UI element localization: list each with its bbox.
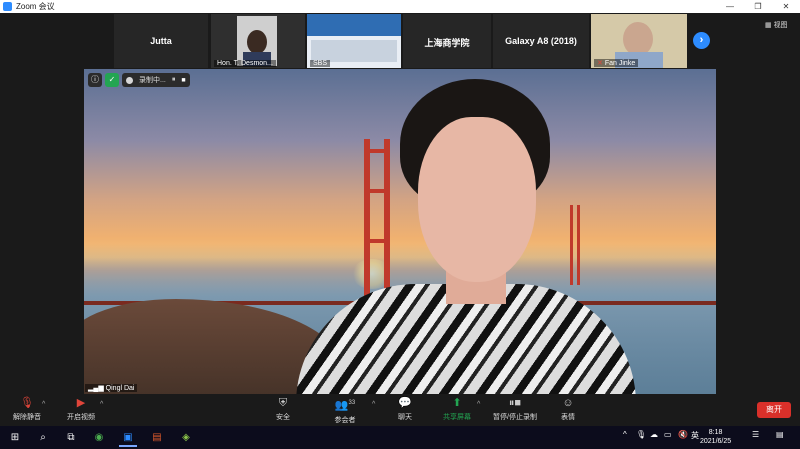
clock-date: 2021/6/25 xyxy=(700,438,732,445)
chat-icon: 💬 xyxy=(398,397,412,409)
emoji-icon: ☺ xyxy=(562,397,574,409)
security-button[interactable]: ⛨ 安全 xyxy=(270,397,296,422)
powerpoint-icon[interactable]: ▤ xyxy=(148,429,166,447)
speaker-person xyxy=(296,79,636,394)
participant-tile[interactable]: Jutta xyxy=(114,14,208,68)
participant-name: 上海商学院 xyxy=(424,38,470,48)
participant-video xyxy=(623,22,653,56)
panel-table xyxy=(311,40,397,62)
unmute-button[interactable]: 🎙 解除静音 xyxy=(10,397,44,422)
share-screen-button[interactable]: ⬆ 共享屏幕 xyxy=(440,397,474,422)
share-options-caret[interactable]: ^ xyxy=(477,401,480,408)
pause-stop-icon: ⏸■ xyxy=(508,397,522,409)
pause-recording-button[interactable]: ⏸ xyxy=(172,76,176,84)
window-titlebar: Zoom 会议 — ❐ ✕ xyxy=(0,0,800,13)
maximize-button[interactable]: ❐ xyxy=(744,0,772,13)
close-button[interactable]: ✕ xyxy=(772,0,800,13)
recording-status: 录制中... ⏸ ■ xyxy=(122,73,190,87)
participant-tile[interactable]: Hon. T. Desmon... xyxy=(211,14,305,68)
window-title: Zoom 会议 xyxy=(16,2,55,11)
info-icon[interactable]: ⓘ xyxy=(88,73,102,87)
leave-button[interactable]: 离开 xyxy=(757,402,791,418)
recording-indicator: ⓘ ✓ 录制中... ⏸ ■ xyxy=(88,73,190,87)
stop-recording-button[interactable]: ■ xyxy=(181,77,185,84)
shield-icon[interactable]: ✓ xyxy=(105,73,119,87)
participants-options-caret[interactable]: ^ xyxy=(372,401,375,408)
participant-tile[interactable]: SBS xyxy=(307,14,401,68)
participant-tile[interactable]: ✕ Fan Jinke xyxy=(591,14,687,68)
participant-label: Hon. T. Desmon... xyxy=(214,60,276,67)
app-icon[interactable]: ◈ xyxy=(177,429,195,447)
system-clock[interactable]: 8:18 2021/6/25 xyxy=(700,428,731,446)
muted-mic-icon: ✕ xyxy=(597,60,603,67)
shield-icon: ⛨ xyxy=(278,397,288,409)
windows-taskbar: ⊞ ⌕ ⧉ ◉ ▣ ▤ ◈ ^ 🎙 ☁ ▭ 🔇 英 8:18 2021/6/25… xyxy=(0,426,800,449)
browser-icon[interactable]: ◉ xyxy=(90,429,108,447)
chat-button[interactable]: 💬 聊天 xyxy=(394,397,416,422)
clock-time: 8:18 xyxy=(708,429,723,436)
display-icon[interactable]: ▭ xyxy=(664,430,672,439)
windows-start-icon[interactable]: ⊞ xyxy=(6,429,24,447)
minimize-button[interactable]: — xyxy=(716,0,744,13)
audio-options-caret[interactable]: ^ xyxy=(42,401,45,408)
reactions-button[interactable]: ☺ 表情 xyxy=(558,397,578,422)
participant-label: ✕ Fan Jinke xyxy=(594,59,639,67)
meeting-toolbar: 🎙 解除静音 ^ ▶ 开启视频 ^ ⛨ 安全 👥33 参会者 ^ 💬 聊天 ⬆ … xyxy=(0,395,800,426)
participant-name: Galaxy A8 (2018) xyxy=(505,36,577,46)
participant-tile[interactable]: 上海商学院 xyxy=(403,14,491,68)
people-icon: 👥33 xyxy=(334,399,356,412)
recording-icon xyxy=(126,76,133,84)
share-screen-icon: ⬆ xyxy=(452,397,462,409)
microphone-muted-icon: 🎙 xyxy=(20,397,34,409)
pause-stop-recording-button[interactable]: ⏸■ 暂停/停止录制 xyxy=(490,397,540,422)
microphone-tray-icon[interactable]: 🎙 xyxy=(636,430,646,439)
task-view-icon[interactable]: ⧉ xyxy=(62,429,80,447)
participants-button[interactable]: 👥33 参会者 xyxy=(330,397,360,425)
start-video-button[interactable]: ▶ 开启视频 xyxy=(64,397,98,422)
tray-chevron-icon[interactable]: ^ xyxy=(623,430,627,439)
zoom-app-icon[interactable]: ▣ xyxy=(119,429,137,447)
conference-banner xyxy=(307,14,401,36)
network-icon[interactable]: ☁ xyxy=(650,430,658,439)
search-icon[interactable]: ⌕ xyxy=(34,429,52,447)
volume-muted-icon[interactable]: 🔇 xyxy=(678,430,688,439)
notification-icon[interactable]: ▤ xyxy=(776,430,784,439)
ime-indicator[interactable]: 英 xyxy=(691,430,699,441)
video-options-caret[interactable]: ^ xyxy=(100,401,103,408)
signal-bars-icon: ▂▄▆ xyxy=(88,385,106,392)
speaker-name-label: ▂▄▆ Qingl Dai xyxy=(85,384,138,392)
next-page-button[interactable]: › xyxy=(693,32,710,49)
video-off-icon: ▶ xyxy=(76,397,86,409)
participant-label: SBS xyxy=(310,60,331,67)
zoom-logo-icon xyxy=(3,2,12,11)
view-button[interactable]: ▦ 视图 xyxy=(765,20,788,30)
window-controls: — ❐ ✕ xyxy=(716,0,800,13)
participant-name: Jutta xyxy=(150,36,172,46)
participant-video xyxy=(237,16,277,66)
active-speaker-video xyxy=(84,69,716,394)
notes-icon[interactable]: ☰ xyxy=(752,430,759,439)
recording-label: 录制中... xyxy=(139,77,166,84)
participant-tile[interactable]: Galaxy A8 (2018) xyxy=(493,14,589,68)
